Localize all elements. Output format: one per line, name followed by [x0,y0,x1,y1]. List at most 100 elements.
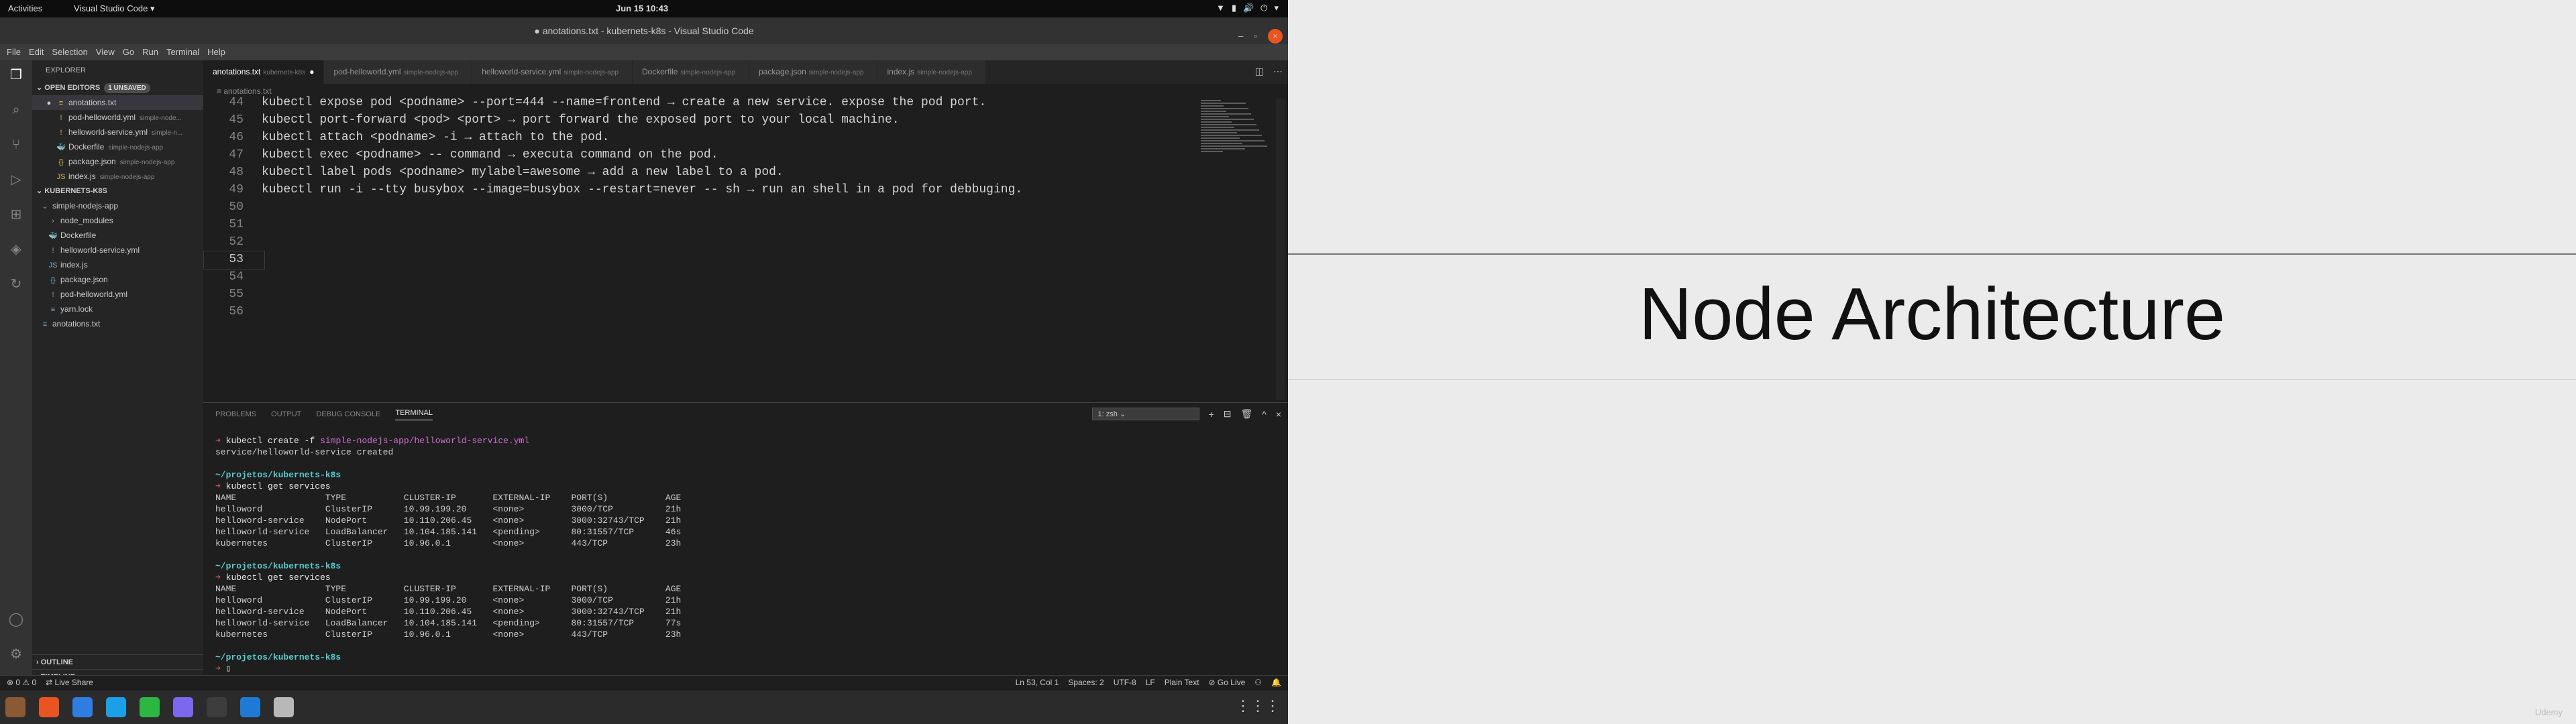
code-editor[interactable]: 44 kubectl expose pod <podname> --port=44… [203,94,1196,402]
minimap-line [1201,124,1256,125]
editor-scrollbar[interactable] [1276,99,1285,400]
panel-tab-terminal[interactable]: TERMINAL [395,409,433,420]
slide-area: Node Architecture Udemy [1288,0,2576,724]
new-terminal-icon[interactable]: + [1209,409,1214,420]
open-editors-section[interactable]: ⌄ OPEN EDITORS 1 UNSAVED [32,80,203,95]
dock-app-icon[interactable] [39,697,59,717]
more-actions-icon[interactable]: ⋯ [1273,66,1283,77]
editor-tab[interactable]: helloworld-service.yml simple-nodejs-app [472,60,633,84]
run-debug-icon[interactable]: ▷ [8,172,24,188]
file-tree-item[interactable]: › node_modules [32,213,203,228]
status-right-item[interactable]: UTF-8 [1114,678,1136,687]
activities-button[interactable]: Activities [8,3,42,13]
source-control-icon[interactable]: ⑂ [8,137,24,153]
dock-app-icon[interactable] [173,697,193,717]
minimap-line [1201,119,1254,120]
file-tree-item[interactable]: ! helloworld-service.yml [32,243,203,257]
menu-help[interactable]: Help [203,44,229,60]
dock-app-icon[interactable] [5,697,25,717]
split-editor-icon[interactable]: ◫ [1255,66,1264,77]
dock-app-icon[interactable] [274,697,294,717]
account-icon[interactable]: ◯ [8,611,24,627]
open-editors-label: OPEN EDITORS [44,84,101,92]
file-tree-item[interactable]: ! pod-helloworld.yml [32,287,203,302]
terminal-select[interactable]: 1: zsh ⌄ [1091,408,1199,420]
status-right-item[interactable]: ⚇ [1254,678,1262,687]
split-terminal-icon[interactable]: ⊟ [1224,408,1232,420]
tray-icon-2[interactable]: 🔊 [1243,3,1254,13]
outline-section[interactable]: › OUTLINE [32,654,203,669]
menu-view[interactable]: View [92,44,119,60]
code-line: 49 kubectl run -i --tty busybox --image=b… [203,181,1196,198]
open-editor-item[interactable]: ! helloworld-service.yml simple-n... [32,125,203,139]
file-tree-item[interactable]: {} package.json [32,272,203,287]
panel-tab-problems[interactable]: PROBLEMS [215,410,256,418]
tab-label: pod-helloworld.yml [333,67,401,76]
dock-app-icon[interactable] [140,697,160,717]
terminal-output-text: kubernetes ClusterIP 10.96.0.1 <none> 44… [215,629,682,640]
dock-app-icon[interactable] [207,697,227,717]
menu-terminal[interactable]: Terminal [162,44,203,60]
show-apps-icon[interactable]: ⋮⋮⋮ [1236,697,1280,715]
status-right-item[interactable]: Spaces: 2 [1068,678,1104,687]
editor-tab[interactable]: package.json simple-nodejs-app [749,60,878,84]
file-tree-item[interactable]: ≡ yarn.lock [32,302,203,316]
kill-terminal-icon[interactable]: 🗑 [1240,408,1252,420]
search-icon[interactable]: ⌕ [8,102,24,118]
panel-tab-output[interactable]: OUTPUT [271,410,301,418]
file-tree: ⌄ simple-nodejs-app › node_modules 🐳 Dockerfi… [32,198,203,331]
file-tree-item[interactable]: JS index.js [32,257,203,272]
close-button[interactable]: × [1268,29,1283,44]
open-editor-name: anotations.txt [68,98,117,107]
editor-tab[interactable]: Dockerfile simple-nodejs-app [632,60,750,84]
status-right-item[interactable]: LF [1146,678,1155,687]
menu-go[interactable]: Go [119,44,138,60]
file-tree-item[interactable]: ⌄ simple-nodejs-app [32,198,203,213]
status-right-item[interactable]: 🔔 [1271,678,1281,687]
close-panel-icon[interactable]: × [1276,409,1281,420]
file-tree-item[interactable]: ≡ anotations.txt [32,316,203,331]
menu-edit[interactable]: Edit [25,44,48,60]
menu-file[interactable]: File [3,44,25,60]
open-editor-item[interactable]: ● ≡ anotations.txt [32,95,203,110]
explorer-icon[interactable]: ❐ [8,67,24,83]
tray-icon-3[interactable]: ⏻ [1260,3,1267,13]
tray-icon-4[interactable]: ▾ [1274,3,1279,13]
dock-app-icon[interactable] [240,697,260,717]
dock-app-icon[interactable] [106,697,126,717]
system-tray[interactable]: ▼ ▮ 🔊 ⏻ ▾ [1216,3,1279,13]
status-left-item[interactable]: ⊗ 0 ⚠ 0 [7,678,36,687]
live-share-icon[interactable]: ↻ [8,276,24,292]
project-section[interactable]: ⌄ KUBERNETS-K8S [32,184,203,198]
open-editor-item[interactable]: ! pod-helloworld.yml simple-node... [32,110,203,125]
status-right-item[interactable]: ⊘ Go Live [1209,678,1246,687]
menu-run[interactable]: Run [138,44,162,60]
status-bar: ⊗ 0 ⚠ 0 ⇄ Live Share Ln 53, Col 1 Spaces: … [0,675,1288,690]
terminal-cwd: ~/projetos/kubernets-k8s [215,561,341,571]
open-editor-item[interactable]: JS index.js simple-nodejs-app [32,169,203,184]
file-icon: ≡ [42,320,48,328]
editor-tab[interactable]: anotations.txt kubernets-k8s ● [203,60,325,84]
maximize-panel-icon[interactable]: ^ [1262,409,1267,420]
editor-tab[interactable]: index.js simple-nodejs-app [877,60,986,84]
status-right-item[interactable]: Ln 53, Col 1 [1016,678,1059,687]
panel-tab-debug-console[interactable]: DEBUG CONSOLE [316,410,380,418]
extensions-icon[interactable]: ⊞ [8,206,24,223]
open-editor-item[interactable]: {} package.json simple-nodejs-app [32,154,203,169]
status-left-item[interactable]: ⇄ Live Share [46,678,93,687]
file-tree-item[interactable]: 🐳 Dockerfile [32,228,203,243]
code-line: 50 [203,198,1196,216]
tray-icon-0[interactable]: ▼ [1216,3,1225,13]
settings-gear-icon[interactable]: ⚙ [8,646,24,662]
docker-icon[interactable]: ◈ [8,241,24,257]
app-menu[interactable]: Visual Studio Code ▾ [74,3,154,14]
terminal-output[interactable]: ➜ kubectl create -f simple-nodejs-app/he… [215,435,681,674]
clock[interactable]: Jun 15 10:43 [616,3,668,13]
dock-app-icon[interactable] [72,697,93,717]
minimap[interactable] [1201,99,1275,400]
menu-selection[interactable]: Selection [48,44,91,60]
tray-icon-1[interactable]: ▮ [1232,3,1236,13]
status-right-item[interactable]: Plain Text [1165,678,1199,687]
open-editor-item[interactable]: 🐳 Dockerfile simple-nodejs-app [32,139,203,154]
editor-tab[interactable]: pod-helloworld.yml simple-nodejs-app [324,60,473,84]
